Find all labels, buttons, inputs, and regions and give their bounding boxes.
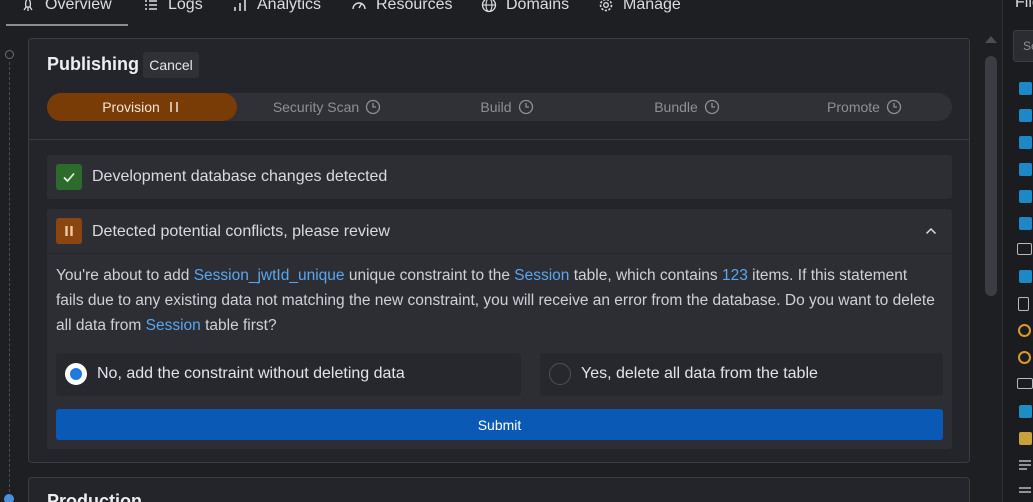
file-icon[interactable] [1019,163,1032,176]
production-title: Production [47,491,142,502]
timeline-node [5,50,14,59]
folder-icon[interactable] [1017,243,1032,255]
scrollbar-thumb[interactable] [985,56,997,296]
file-icon[interactable] [1019,82,1032,95]
table-name: Session [145,317,201,334]
nav-logs[interactable]: Logs [143,0,203,17]
file-icon[interactable] [1019,136,1032,149]
globe-icon [481,0,497,13]
constraint-name: Session_jwtId_unique [193,267,345,284]
submit-button[interactable]: Submit [56,409,943,440]
production-panel: Production [28,477,970,502]
nav-manage[interactable]: Manage [598,0,681,17]
javascript-icon[interactable] [1019,432,1032,445]
gear-icon [599,0,613,12]
check-icon [56,164,82,190]
timeline-connector [9,62,10,492]
files-title: Files [1015,0,1033,11]
conflict-header[interactable]: Detected potential conflicts, please rev… [47,209,952,254]
step-promote[interactable]: Promote [777,93,952,121]
pause-icon [170,102,178,112]
publish-stepper: Provision Security Scan Build Bundle Pro… [47,93,952,121]
files-search-input[interactable]: Search [1013,30,1033,62]
nav-domains-label: Domains [506,0,570,13]
clock-icon [366,99,381,115]
ring-icon[interactable] [1018,324,1031,337]
step-bundle-label: Bundle [654,99,698,115]
nav-domains[interactable]: Domains [481,0,569,17]
top-nav: Overview Logs Analytics Resources Domain… [0,0,1000,27]
clock-icon [886,99,902,115]
text-lines-icon[interactable] [1018,458,1032,472]
panel-divider [29,139,969,140]
option-delete-data[interactable]: Yes, delete all data from the table [540,353,943,396]
step-security-scan-label: Security Scan [272,99,360,115]
chevron-up-icon[interactable] [924,224,938,238]
table-name: Session [514,267,570,284]
message-text: unique constraint to the [344,267,515,284]
option-delete-data-label: Yes, delete all data from the table [581,365,818,382]
file-icon[interactable] [1019,270,1032,283]
radio-selected[interactable] [65,363,87,385]
option-keep-data-label: No, add the constraint without deleting … [97,365,405,382]
nav-resources[interactable]: Resources [351,0,452,17]
conflict-message: You're about to add Session_jwtId_unique… [56,263,936,338]
conflict-title: Detected potential conflicts, please rev… [92,223,390,240]
bar-chart-icon [234,0,246,11]
nav-manage-label: Manage [623,0,681,13]
typescript-icon[interactable] [1019,405,1032,418]
list-icon [145,0,157,10]
publishing-panel: Publishing Cancel Provision Security Sca… [28,38,970,463]
nav-overview[interactable]: Overview [20,0,112,17]
status-success-row: Development database changes detected [47,155,952,199]
rocket-icon [23,0,33,11]
radio-unselected[interactable] [549,363,571,385]
text-lines-icon[interactable] [1018,485,1032,499]
message-text: You're about to add [56,267,194,284]
conflict-card: Detected potential conflicts, please rev… [47,209,952,449]
step-promote-label: Promote [827,99,880,115]
item-count: 123 [721,267,748,284]
cancel-button[interactable]: Cancel [143,52,199,78]
document-icon[interactable] [1018,297,1029,311]
message-text: table, which contains [569,267,722,284]
step-build-label: Build [480,99,512,115]
clock-icon [518,99,533,115]
ring-icon[interactable] [1018,351,1031,364]
warning-pause-icon [56,218,82,244]
step-security-scan[interactable]: Security Scan [237,93,417,121]
file-icon[interactable] [1019,190,1032,203]
step-provision-label: Provision [102,99,160,115]
nav-overview-label: Overview [45,0,112,13]
option-keep-data[interactable]: No, add the constraint without deleting … [56,353,521,396]
step-provision[interactable]: Provision [47,93,237,121]
nav-analytics-label: Analytics [257,0,322,13]
active-tab-indicator [6,24,128,26]
files-pane: Files Search [1002,0,1033,502]
nav-resources-label: Resources [376,0,453,13]
file-icon[interactable] [1019,217,1032,230]
success-message: Development database changes detected [92,168,388,185]
clock-icon [704,99,719,115]
scroll-up-arrow[interactable] [985,36,997,43]
panel-title: Publishing [47,54,139,74]
file-icon[interactable] [1019,109,1032,122]
message-text: table first? [200,317,277,334]
step-bundle[interactable]: Bundle [597,93,777,121]
timeline-node-active [4,494,14,502]
nav-analytics[interactable]: Analytics [232,0,321,17]
step-build[interactable]: Build [417,93,597,121]
markdown-icon[interactable] [1017,378,1033,389]
gauge-icon [352,2,366,10]
nav-logs-label: Logs [168,0,203,13]
